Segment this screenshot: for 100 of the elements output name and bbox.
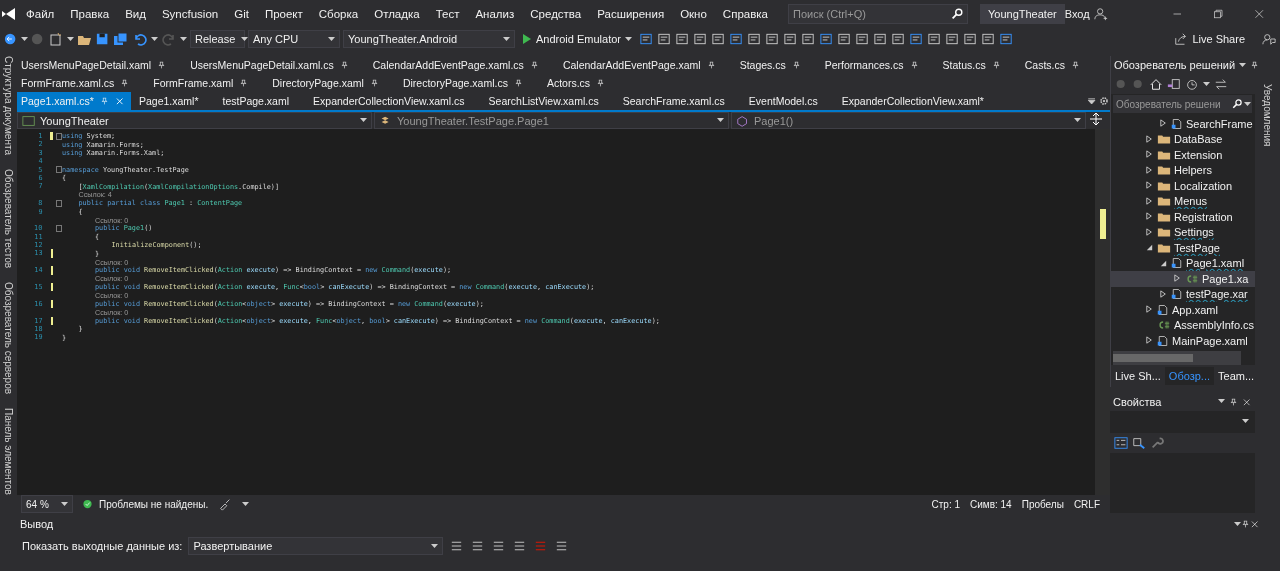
document-tab[interactable]: UsersMenuPageDetail.xaml: [17, 56, 173, 74]
feedback-icon[interactable]: [1262, 32, 1276, 46]
user-add-icon[interactable]: [1093, 7, 1108, 21]
panel-tab[interactable]: Обозр...: [1164, 366, 1215, 385]
caret-icon[interactable]: [1203, 81, 1210, 87]
caret-icon[interactable]: [1242, 419, 1249, 424]
tree-item[interactable]: testPage.xar: [1111, 286, 1255, 302]
document-tab[interactable]: Stages.cs: [735, 56, 807, 74]
document-tab[interactable]: ExpanderCollectionView.xaml*: [837, 92, 990, 110]
document-tab[interactable]: UsersMenuPageDetail.xaml.cs: [186, 56, 355, 74]
tree-item[interactable]: DataBase: [1111, 131, 1255, 147]
side-panel-tab[interactable]: Уведомления: [1262, 84, 1273, 513]
whitespace-indicator[interactable]: Пробелы: [1021, 498, 1064, 510]
menu-item[interactable]: Средства: [522, 8, 590, 20]
toolbar-tool-icon[interactable]: [837, 32, 852, 46]
menu-item[interactable]: Тест: [427, 8, 468, 20]
collapsed-arrow-icon[interactable]: [1173, 274, 1182, 284]
collapsed-arrow-icon[interactable]: [1145, 227, 1154, 237]
caret-icon[interactable]: [360, 118, 367, 123]
panel-tab[interactable]: Team...: [1214, 366, 1259, 385]
caret-icon[interactable]: [328, 36, 335, 42]
tree-item[interactable]: TestPage: [1111, 240, 1255, 256]
menu-item[interactable]: Отладка: [366, 8, 428, 20]
side-panel-tab[interactable]: Обозреватель тестов: [3, 169, 14, 269]
menu-item[interactable]: Вид: [117, 8, 154, 20]
toolbar-tool-icon[interactable]: [693, 32, 708, 46]
side-panel-tab[interactable]: Структура документа: [3, 56, 14, 155]
tree-item[interactable]: App.xaml: [1111, 302, 1255, 318]
caret-icon[interactable]: [21, 36, 28, 42]
search-field[interactable]: Поиск (Ctrl+Q): [788, 4, 968, 24]
toolbar-tool-icon[interactable]: [981, 32, 996, 46]
horizontal-scrollbar[interactable]: [1113, 350, 1241, 365]
startup-project-dropdown[interactable]: YoungTheater.Android: [343, 30, 515, 48]
toolbar-tool-icon[interactable]: [639, 32, 654, 46]
history-icon[interactable]: [1185, 77, 1199, 91]
toolbar-tool-icon[interactable]: [909, 32, 924, 46]
platform-dropdown[interactable]: Any CPU: [248, 30, 340, 48]
collapsed-arrow-icon[interactable]: [1159, 289, 1168, 299]
search-icon[interactable]: [1231, 97, 1243, 111]
fold-toggle-icon[interactable]: [55, 225, 62, 232]
collapsed-arrow-icon[interactable]: [1145, 181, 1154, 191]
toolbar-tool-icon[interactable]: [819, 32, 834, 46]
menu-item[interactable]: Правка: [62, 8, 118, 20]
tree-item[interactable]: SearchFrame: [1111, 116, 1255, 132]
caret-icon[interactable]: [1218, 399, 1225, 404]
menu-item[interactable]: Окно: [672, 8, 715, 20]
caret-icon[interactable]: [717, 118, 724, 123]
play-icon[interactable]: [522, 33, 532, 45]
caret-icon[interactable]: [503, 36, 510, 42]
caret-icon[interactable]: [1074, 118, 1081, 123]
solution-search-field[interactable]: Обозреватель решени: [1113, 95, 1252, 113]
tree-item[interactable]: Registration: [1111, 209, 1255, 225]
toolbar-tool-icon[interactable]: [891, 32, 906, 46]
caret-icon[interactable]: [242, 501, 250, 507]
fold-toggle-icon[interactable]: [55, 132, 62, 140]
tree-item[interactable]: Helpers: [1111, 162, 1255, 178]
tree-item[interactable]: Page1.xa: [1111, 271, 1255, 287]
caret-icon[interactable]: [67, 36, 74, 42]
toolbar-tool-icon[interactable]: [657, 32, 672, 46]
fold-toggle-icon[interactable]: [55, 199, 62, 207]
tree-item[interactable]: Settings: [1111, 224, 1255, 240]
type-dropdown[interactable]: YoungTheater.TestPage.Page1: [374, 112, 729, 129]
document-tab[interactable]: Status.cs: [938, 56, 1007, 74]
caret-icon[interactable]: [1234, 521, 1241, 527]
document-tab[interactable]: Actors.cs: [542, 74, 612, 92]
tree-item[interactable]: MainPage.xaml: [1111, 333, 1255, 349]
menu-item[interactable]: Syncfusion: [153, 8, 227, 20]
document-tab[interactable]: DirectoryPage.xaml: [268, 74, 385, 92]
menu-item[interactable]: Сборка: [310, 8, 367, 20]
collapsed-arrow-icon[interactable]: [1145, 134, 1154, 144]
side-panel-tab[interactable]: Обозреватель серверов: [3, 282, 14, 395]
toolbar-tool-icon[interactable]: [675, 32, 690, 46]
menu-item[interactable]: Справка: [714, 8, 776, 20]
menu-item[interactable]: Проект: [256, 8, 311, 20]
collapsed-arrow-icon[interactable]: [1145, 150, 1154, 160]
output-source-dropdown[interactable]: Развертывание: [188, 537, 444, 555]
tree-item[interactable]: Menus: [1111, 193, 1255, 209]
document-tab[interactable]: CalendarAddEventPage.xaml.cs: [368, 56, 545, 74]
expanded-arrow-icon[interactable]: [1145, 243, 1154, 253]
configuration-dropdown[interactable]: Release: [190, 30, 245, 48]
new-item-icon[interactable]: [48, 32, 64, 46]
collapsed-arrow-icon[interactable]: [1145, 336, 1154, 346]
toolbar-tool-icon[interactable]: [711, 32, 726, 46]
tree-item[interactable]: Localization: [1111, 178, 1255, 194]
caret-icon[interactable]: [151, 36, 158, 42]
document-tab[interactable]: Page1.xaml*: [134, 92, 205, 110]
search-icon[interactable]: [950, 7, 964, 21]
line-ending-indicator[interactable]: CRLF: [1073, 498, 1100, 510]
toolbar-tool-icon[interactable]: [963, 32, 978, 46]
tree-item[interactable]: AssemblyInfo.cs: [1111, 317, 1255, 333]
document-tab[interactable]: FormFrame.xaml.cs: [17, 74, 136, 92]
toolbar-tool-icon[interactable]: [945, 32, 960, 46]
document-tab[interactable]: Casts.cs: [1020, 56, 1086, 74]
app-logo-icon[interactable]: [0, 7, 18, 21]
switch-views-icon[interactable]: [1167, 77, 1181, 91]
method-icon[interactable]: [736, 113, 750, 128]
caret-icon[interactable]: [431, 543, 439, 549]
sign-in-link[interactable]: Вход: [1064, 8, 1090, 20]
save-icon[interactable]: [96, 32, 110, 46]
restore-icon[interactable]: [1212, 7, 1225, 21]
